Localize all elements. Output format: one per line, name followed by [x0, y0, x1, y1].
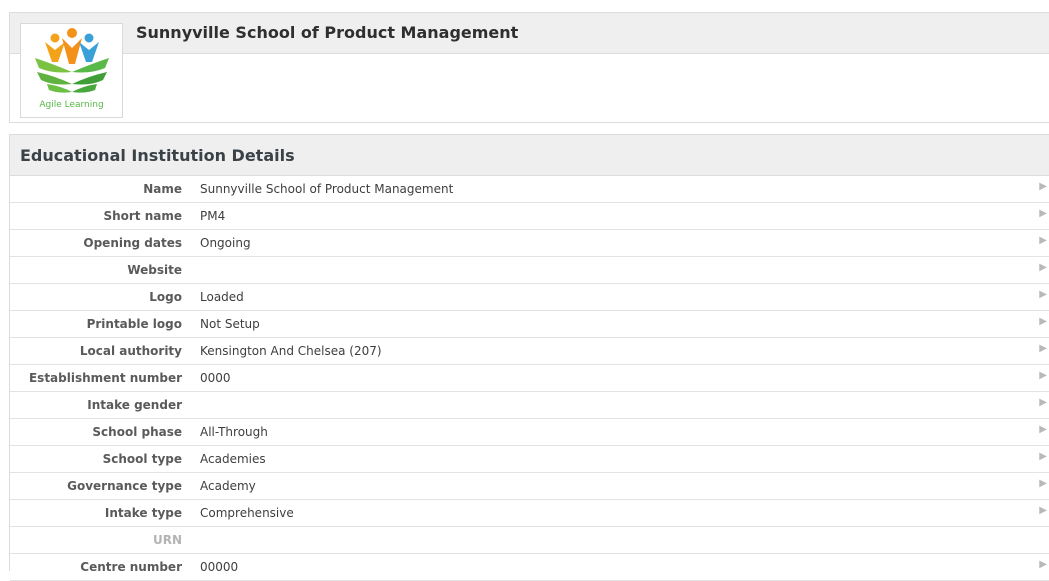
row-value: Comprehensive: [200, 506, 294, 520]
detail-row-name[interactable]: Name Sunnyville School of Product Manage…: [10, 176, 1049, 203]
row-value: Kensington And Chelsea (207): [200, 344, 382, 358]
row-value: PM4: [200, 209, 226, 223]
detail-row-establishment-number[interactable]: Establishment number 0000 ▶: [10, 365, 1049, 392]
row-value: Loaded: [200, 290, 244, 304]
page: Sunnyville School of Product Management …: [0, 0, 1049, 581]
row-label: Printable logo: [86, 317, 182, 331]
detail-row-urn: URN: [10, 527, 1049, 554]
row-label: Intake type: [104, 506, 182, 520]
row-value: 00000: [200, 560, 239, 574]
detail-row-school-phase[interactable]: School phase All-Through ▶: [10, 419, 1049, 446]
school-logo: Agile Learning: [20, 23, 123, 118]
institution-details-panel: Educational Institution Details Name Sun…: [9, 134, 1049, 581]
detail-row-local-authority[interactable]: Local authority Kensington And Chelsea (…: [10, 338, 1049, 365]
expand-arrow-icon[interactable]: ▶: [1039, 235, 1047, 246]
expand-arrow-icon[interactable]: ▶: [1039, 451, 1047, 462]
row-label: Name: [143, 182, 182, 196]
row-label: Governance type: [67, 479, 182, 493]
expand-arrow-icon[interactable]: ▶: [1039, 397, 1047, 408]
row-label: URN: [152, 533, 182, 547]
expand-arrow-icon[interactable]: ▶: [1039, 343, 1047, 354]
expand-arrow-icon[interactable]: ▶: [1039, 262, 1047, 273]
detail-row-school-type[interactable]: School type Academies ▶: [10, 446, 1049, 473]
row-value: Not Setup: [200, 317, 260, 331]
row-value: All-Through: [200, 425, 268, 439]
detail-row-opening-dates[interactable]: Opening dates Ongoing ▶: [10, 230, 1049, 257]
expand-arrow-icon[interactable]: ▶: [1039, 559, 1047, 570]
detail-row-logo[interactable]: Logo Loaded ▶: [10, 284, 1049, 311]
expand-arrow-icon[interactable]: ▶: [1039, 478, 1047, 489]
row-value: Sunnyville School of Product Management: [200, 182, 454, 196]
expand-arrow-icon[interactable]: ▶: [1039, 208, 1047, 219]
expand-arrow-icon[interactable]: ▶: [1039, 370, 1047, 381]
row-label: Opening dates: [83, 236, 182, 250]
row-label: Centre number: [80, 560, 182, 574]
expand-arrow-icon[interactable]: ▶: [1039, 289, 1047, 300]
row-value: Academy: [200, 479, 256, 493]
logo-caption: Agile Learning: [39, 100, 104, 110]
row-value: Academies: [200, 452, 266, 466]
row-value: Ongoing: [200, 236, 251, 250]
detail-row-website[interactable]: Website ▶: [10, 257, 1049, 284]
row-label: Intake gender: [87, 398, 182, 412]
details-title: Educational Institution Details: [20, 146, 295, 165]
details-header: Educational Institution Details: [10, 135, 1049, 176]
detail-row-printable-logo[interactable]: Printable logo Not Setup ▶: [10, 311, 1049, 338]
expand-arrow-icon[interactable]: ▶: [1039, 181, 1047, 192]
detail-row-short-name[interactable]: Short name PM4 ▶: [10, 203, 1049, 230]
detail-row-intake-gender[interactable]: Intake gender ▶: [10, 392, 1049, 419]
row-label: Website: [127, 263, 182, 277]
expand-arrow-icon[interactable]: ▶: [1039, 505, 1047, 516]
detail-row-intake-type[interactable]: Intake type Comprehensive ▶: [10, 500, 1049, 527]
row-label: School type: [102, 452, 182, 466]
expand-arrow-icon[interactable]: ▶: [1039, 424, 1047, 435]
row-label: Short name: [103, 209, 182, 223]
agile-learning-logo-icon: [35, 28, 109, 93]
school-title: Sunnyville School of Product Management: [136, 23, 519, 42]
row-label: School phase: [92, 425, 182, 439]
row-value: 0000: [200, 371, 231, 385]
detail-row-centre-number[interactable]: Centre number 00000 ▶: [10, 554, 1049, 581]
detail-row-governance-type[interactable]: Governance type Academy ▶: [10, 473, 1049, 500]
expand-arrow-icon[interactable]: ▶: [1039, 316, 1047, 327]
row-label: Establishment number: [28, 371, 182, 385]
row-label: Local authority: [79, 344, 182, 358]
school-header-card: Sunnyville School of Product Management …: [9, 12, 1049, 123]
row-label: Logo: [149, 290, 182, 304]
